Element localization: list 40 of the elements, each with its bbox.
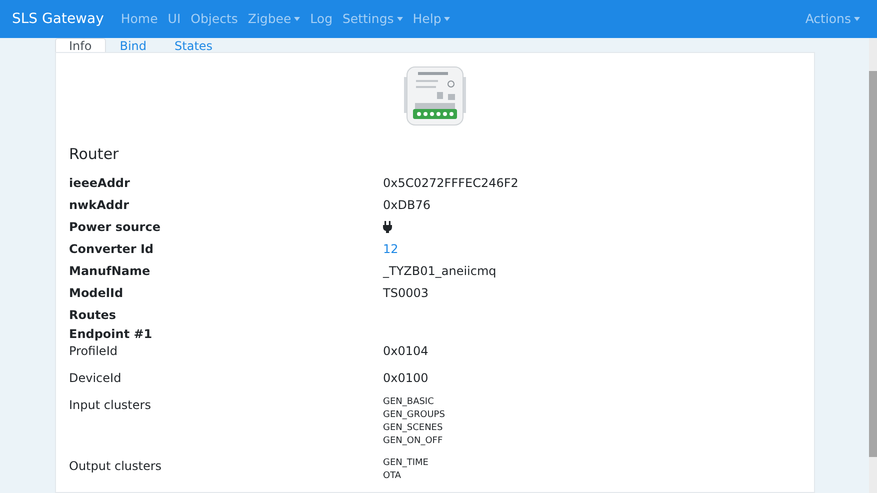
- field-value: TS0003: [383, 284, 428, 302]
- field-value: 0xDB76: [383, 196, 430, 214]
- scrollbar[interactable]: [869, 38, 877, 493]
- device-type: Router: [69, 144, 120, 165]
- nav-link[interactable]: Home: [116, 10, 163, 28]
- field-label: ProfileId: [69, 342, 118, 360]
- field-value: 0x0104: [383, 342, 428, 360]
- cluster-name: GEN_BASIC: [383, 396, 435, 408]
- field-label: Converter Id: [69, 240, 154, 258]
- converter-link[interactable]: 12: [383, 238, 398, 260]
- cluster-name: GEN_GROUPS: [383, 408, 445, 422]
- nav-link[interactable]: Objects: [186, 10, 243, 28]
- plug-icon: [383, 220, 392, 232]
- dropdown-menu-link[interactable]: Settings: [338, 10, 408, 28]
- cluster-name: GEN_ON_OFF: [383, 434, 444, 448]
- tab[interactable]: Bind: [106, 38, 161, 52]
- nav-link[interactable]: Log: [305, 10, 338, 28]
- dropdown-menu-link[interactable]: Help: [408, 10, 456, 28]
- field-label: DeviceId: [69, 370, 122, 386]
- field-label: ManufName: [69, 262, 152, 280]
- cluster-name: GEN_TIME: [383, 456, 428, 470]
- field-label: Endpoint #1: [69, 326, 154, 342]
- brand[interactable]: SLS Gateway: [12, 8, 104, 30]
- cluster-name: GEN_SCENES: [383, 422, 444, 434]
- field-value: 0x0100: [383, 370, 428, 386]
- field-label: nwkAddr: [69, 196, 130, 214]
- field-value: 0x5C0272FFFEC246F2: [383, 174, 518, 192]
- cluster-name: OTA: [383, 470, 402, 482]
- field-label: Output clusters: [69, 458, 163, 474]
- field-label: ieeeAddr: [69, 174, 131, 192]
- tab[interactable]: Info: [55, 38, 106, 52]
- field-label: Routes: [69, 306, 118, 324]
- field-label: ModelId: [69, 284, 124, 302]
- field-label: Input clusters: [69, 396, 152, 414]
- field-label: Power source: [69, 218, 162, 236]
- dropdown-menu-link[interactable]: Zigbee: [242, 10, 306, 28]
- nav-link[interactable]: UI: [162, 10, 186, 28]
- tab[interactable]: States: [160, 38, 227, 52]
- field-value: _TYZB01_aneiicmq: [383, 262, 496, 280]
- actions-menu[interactable]: Actions: [800, 10, 865, 28]
